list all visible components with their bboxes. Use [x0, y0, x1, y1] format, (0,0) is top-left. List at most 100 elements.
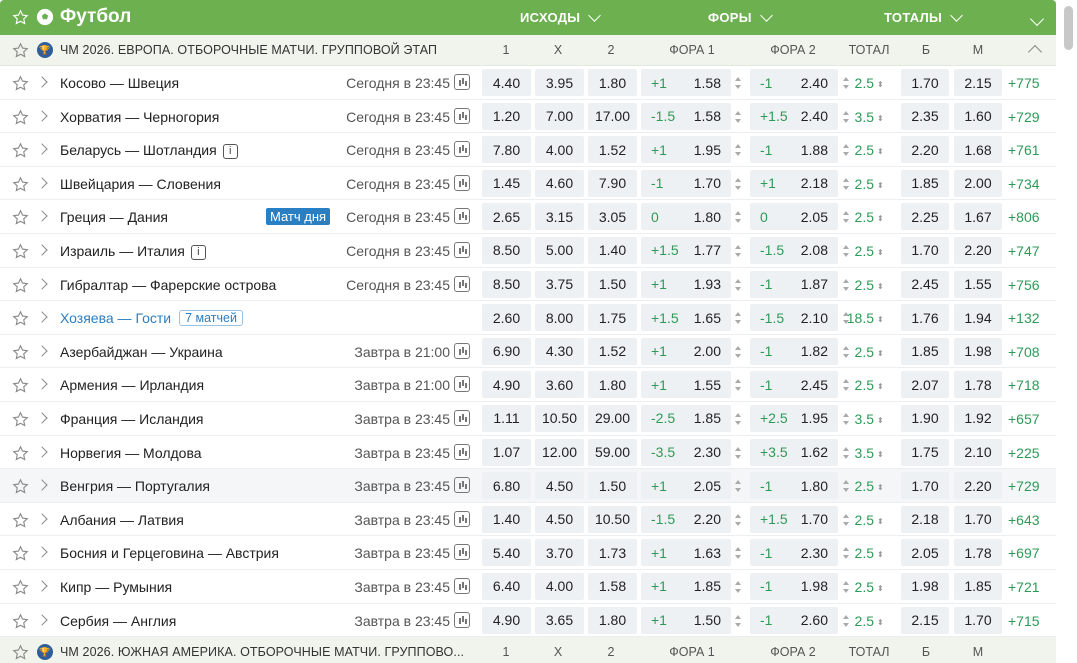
odds-cell-b[interactable]: 1.70 [901, 236, 949, 264]
handicap1-cell[interactable]: +1 2.05 [641, 472, 731, 500]
odds-cell-ox[interactable]: 4.50 [535, 472, 584, 500]
odds-cell-m[interactable]: 1.70 [954, 606, 1002, 634]
odds-cell-o2[interactable]: 1.52 [588, 136, 637, 164]
odds-cell-ox[interactable]: 4.00 [535, 572, 584, 600]
sort-arrows-icon[interactable] [735, 412, 742, 425]
more-markets-link[interactable]: +729 [1008, 109, 1040, 125]
odds-cell-b[interactable]: 2.05 [901, 539, 949, 567]
match-row[interactable]: Сербия — Англия Завтра в 23:45 4.90 3.65 1.8… [0, 604, 1056, 638]
chevron-right-icon[interactable] [36, 143, 48, 155]
handicap1-cell[interactable]: +1 1.95 [641, 136, 731, 164]
odds-cell-o2[interactable]: 1.50 [588, 472, 637, 500]
match-teams[interactable]: Сербия — Англия [60, 613, 176, 629]
odds-cell-o1[interactable]: 5.40 [482, 539, 531, 567]
odds-cell-m[interactable]: 1.60 [954, 102, 1002, 130]
match-row[interactable]: Беларусь — Шотландия i Сегодня в 23:45 7.80… [0, 133, 1056, 167]
more-markets-link[interactable]: +657 [1008, 411, 1040, 427]
odds-cell-o2[interactable]: 17.00 [588, 102, 637, 130]
odds-cell-ox[interactable]: 7.00 [535, 102, 584, 130]
odds-cell-b[interactable]: 2.35 [901, 102, 949, 130]
odds-cell-o2[interactable]: 7.90 [588, 169, 637, 197]
odds-cell-o1[interactable]: 1.45 [482, 169, 531, 197]
handicap2-cell[interactable]: -1 1.87 [750, 270, 838, 298]
favorite-star-icon[interactable] [12, 176, 29, 193]
more-markets-link[interactable]: +756 [1008, 277, 1040, 293]
total-line[interactable]: 2.5 ⬍ [837, 344, 884, 360]
odds-cell-ox[interactable]: 4.50 [535, 505, 584, 533]
more-markets-link[interactable]: +747 [1008, 243, 1040, 259]
chevron-right-icon[interactable] [36, 580, 48, 592]
odds-cell-o1[interactable]: 1.11 [482, 404, 531, 432]
favorite-star-icon[interactable] [12, 142, 29, 159]
odds-cell-b[interactable]: 1.85 [901, 337, 949, 365]
odds-cell-o2[interactable]: 1.73 [588, 539, 637, 567]
odds-cell-o1[interactable]: 2.65 [482, 203, 531, 231]
odds-cell-o1[interactable]: 8.50 [482, 236, 531, 264]
tab-totals[interactable]: ТОТАЛЫ [884, 8, 963, 25]
odds-cell-o2[interactable]: 1.80 [588, 69, 637, 96]
odds-cell-m[interactable]: 1.70 [954, 505, 1002, 533]
sort-arrows-icon[interactable] [735, 244, 742, 257]
match-teams[interactable]: Греция — Дания [60, 209, 168, 225]
handicap2-cell[interactable]: -1 1.80 [750, 472, 838, 500]
info-icon[interactable]: i [190, 244, 206, 260]
match-teams[interactable]: Венгрия — Португалия [60, 478, 210, 494]
handicap1-cell[interactable]: -1.5 2.20 [641, 505, 731, 533]
odds-cell-o2[interactable]: 1.40 [588, 236, 637, 264]
statistics-icon[interactable] [454, 174, 470, 191]
statistics-icon[interactable] [454, 544, 470, 561]
favorite-star-icon[interactable] [12, 42, 29, 59]
total-line[interactable]: 2.5 ⬍ [837, 176, 884, 192]
total-line[interactable]: 2.5 ⬍ [837, 613, 884, 629]
favorite-star-icon[interactable] [12, 209, 29, 226]
handicap1-cell[interactable]: -2.5 1.85 [641, 404, 731, 432]
odds-cell-m[interactable]: 2.10 [954, 438, 1002, 466]
favorite-star-icon[interactable] [12, 579, 29, 596]
handicap1-cell[interactable]: -1.5 1.58 [641, 102, 731, 130]
favorite-star-icon[interactable] [12, 9, 29, 26]
odds-cell-o1[interactable]: 6.40 [482, 572, 531, 600]
statistics-icon[interactable] [454, 409, 470, 426]
match-row[interactable]: Кипр — Румыния Завтра в 23:45 6.40 4.00 1.58… [0, 570, 1056, 604]
statistics-icon[interactable] [454, 510, 470, 527]
favorite-star-icon[interactable] [12, 109, 29, 126]
chevron-right-icon[interactable] [36, 345, 48, 357]
odds-cell-ox[interactable]: 10.50 [535, 404, 584, 432]
match-teams[interactable]: Гибралтар — Фарерские острова [60, 277, 276, 293]
odds-cell-ox[interactable]: 4.30 [535, 337, 584, 365]
statistics-icon[interactable] [454, 477, 470, 494]
odds-cell-o1[interactable]: 7.80 [482, 136, 531, 164]
odds-cell-m[interactable]: 2.20 [954, 472, 1002, 500]
more-markets-link[interactable]: +721 [1008, 579, 1040, 595]
sort-arrows-icon[interactable] [735, 614, 742, 627]
odds-cell-o1[interactable]: 4.90 [482, 371, 531, 399]
handicap1-cell[interactable]: +1 1.85 [641, 572, 731, 600]
league-header[interactable]: 🏆 ЧМ 2026. ЕВРОПА. ОТБОРОЧНЫЕ МАТЧИ. ГРУП… [0, 35, 1056, 66]
odds-cell-ox[interactable]: 3.70 [535, 539, 584, 567]
favorite-star-icon[interactable] [12, 377, 29, 394]
odds-cell-o2[interactable]: 29.00 [588, 404, 637, 432]
odds-cell-o1[interactable]: 4.40 [482, 69, 531, 96]
odds-cell-ox[interactable]: 4.00 [535, 136, 584, 164]
total-line[interactable]: 2.5 ⬍ [837, 75, 884, 91]
handicap2-cell[interactable]: -1 2.40 [750, 69, 838, 96]
odds-cell-b[interactable]: 1.75 [901, 438, 949, 466]
match-row[interactable]: Израиль — Италия i Сегодня в 23:45 8.50 5.00… [0, 234, 1056, 268]
odds-cell-ox[interactable]: 4.60 [535, 169, 584, 197]
sort-arrows-icon[interactable] [735, 312, 742, 325]
match-row[interactable]: Венгрия — Португалия Завтра в 23:45 6.80 4.… [0, 469, 1056, 503]
total-line[interactable]: 2.5 ⬍ [837, 377, 884, 393]
odds-cell-b[interactable]: 2.07 [901, 371, 949, 399]
total-line[interactable]: 2.5 ⬍ [837, 512, 884, 528]
total-line[interactable]: 2.5 ⬍ [837, 478, 884, 494]
match-row[interactable]: Косово — Швеция Сегодня в 23:45 4.40 3.95 1.… [0, 66, 1056, 100]
favorite-star-icon[interactable] [12, 277, 29, 294]
more-markets-link[interactable]: +761 [1008, 142, 1040, 158]
statistics-icon[interactable] [454, 74, 470, 90]
favorite-star-icon[interactable] [12, 411, 29, 428]
favorite-star-icon[interactable] [12, 612, 29, 630]
favorite-star-icon[interactable] [12, 545, 29, 562]
odds-cell-m[interactable]: 2.00 [954, 169, 1002, 197]
handicap2-cell[interactable]: -1 1.98 [750, 572, 838, 600]
odds-cell-o2[interactable]: 10.50 [588, 505, 637, 533]
